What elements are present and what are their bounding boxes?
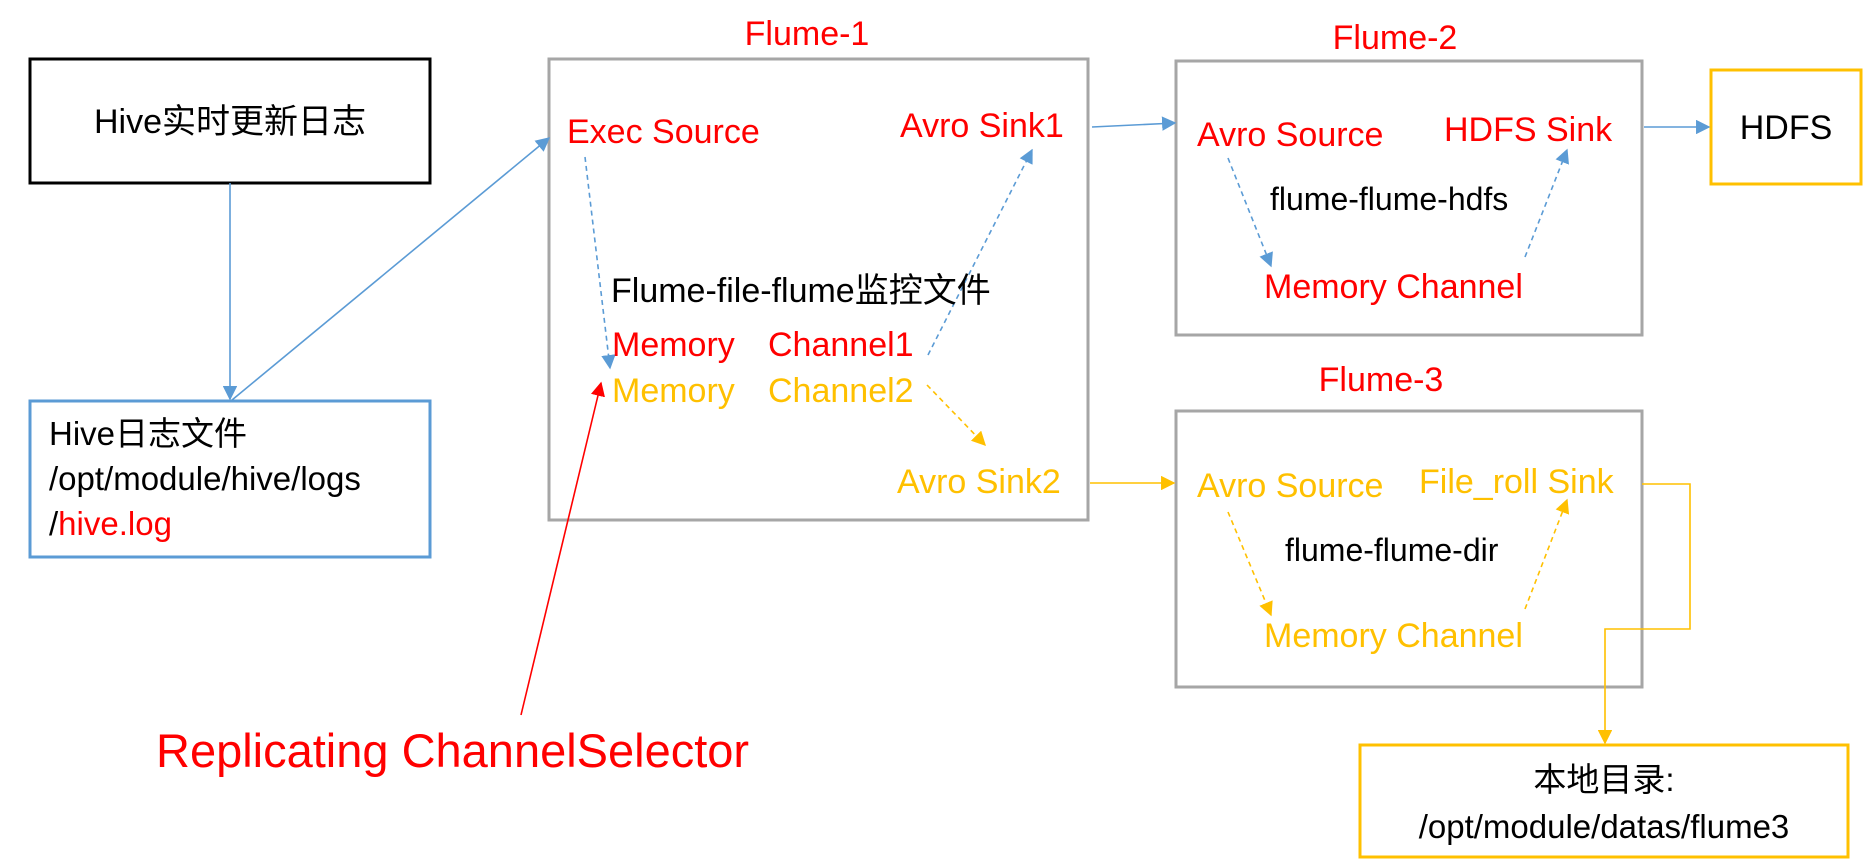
flume2-description: flume-flume-hdfs <box>1270 181 1508 217</box>
memory-channel1-label-b: Channel1 <box>768 326 914 364</box>
avro-sink1-to-flume2-arrow <box>1091 116 1177 131</box>
flume3-description: flume-flume-dir <box>1285 532 1499 568</box>
selector-pointer-arrow <box>520 381 605 716</box>
memory-channel2-label-b: Channel2 <box>768 372 914 410</box>
logfile-to-exec-source-arrow <box>231 137 551 401</box>
flume2-channel-to-sink-arrow <box>1524 148 1569 258</box>
flume2-source-to-channel-arrow <box>1227 157 1273 268</box>
replicating-selector-label: Replicating ChannelSelector <box>156 724 749 777</box>
flume3-channel-to-sink-arrow <box>1524 498 1570 610</box>
memory-channel2-label-a: Memory <box>612 372 735 410</box>
hive-log-source-label: Hive实时更新日志 <box>94 103 366 141</box>
avro-sink1-label: Avro Sink1 <box>900 107 1064 145</box>
file-roll-sink-to-local-dir-arrow <box>1597 483 1691 745</box>
hive-log-file-line2: /opt/module/hive/logs <box>49 460 361 497</box>
avro-sink2-label: Avro Sink2 <box>897 463 1061 501</box>
flume1-description: Flume-file-flume监控文件 <box>611 272 991 310</box>
flume3-title: Flume-3 <box>1319 361 1444 399</box>
local-dir-line1: 本地目录: <box>1533 761 1674 798</box>
hive-log-file-name: hive.log <box>58 505 172 542</box>
flume2-avro-source-label: Avro Source <box>1197 116 1383 154</box>
file-roll-sink-label: File_roll Sink <box>1419 463 1615 501</box>
hdfs-sink-label: HDFS Sink <box>1444 111 1613 149</box>
hive-log-file-line3: /hive.log <box>49 505 172 542</box>
exec-source-to-channel1-arrow <box>584 156 616 370</box>
flume3-source-to-channel-arrow <box>1227 511 1273 617</box>
flume3-memory-channel-label: Memory Channel <box>1264 617 1523 655</box>
flume2-title: Flume-2 <box>1333 19 1458 57</box>
channel1-to-avro-sink1-arrow <box>927 148 1033 356</box>
exec-source-label: Exec Source <box>567 113 760 151</box>
channel2-to-avro-sink2-arrow <box>926 384 987 447</box>
memory-channel1-label-a: Memory <box>612 326 735 364</box>
flume3-avro-source-label: Avro Source <box>1197 467 1383 505</box>
flume1-title: Flume-1 <box>745 15 870 53</box>
hdfs-label: HDFS <box>1740 109 1833 147</box>
flume2-memory-channel-label: Memory Channel <box>1264 268 1523 306</box>
hive-log-file-line1: Hive日志文件 <box>49 415 247 452</box>
flume-replicating-diagram: Hive实时更新日志 Hive日志文件 /opt/module/hive/log… <box>28 15 1863 859</box>
local-dir-line2: /opt/module/datas/flume3 <box>1419 808 1790 845</box>
